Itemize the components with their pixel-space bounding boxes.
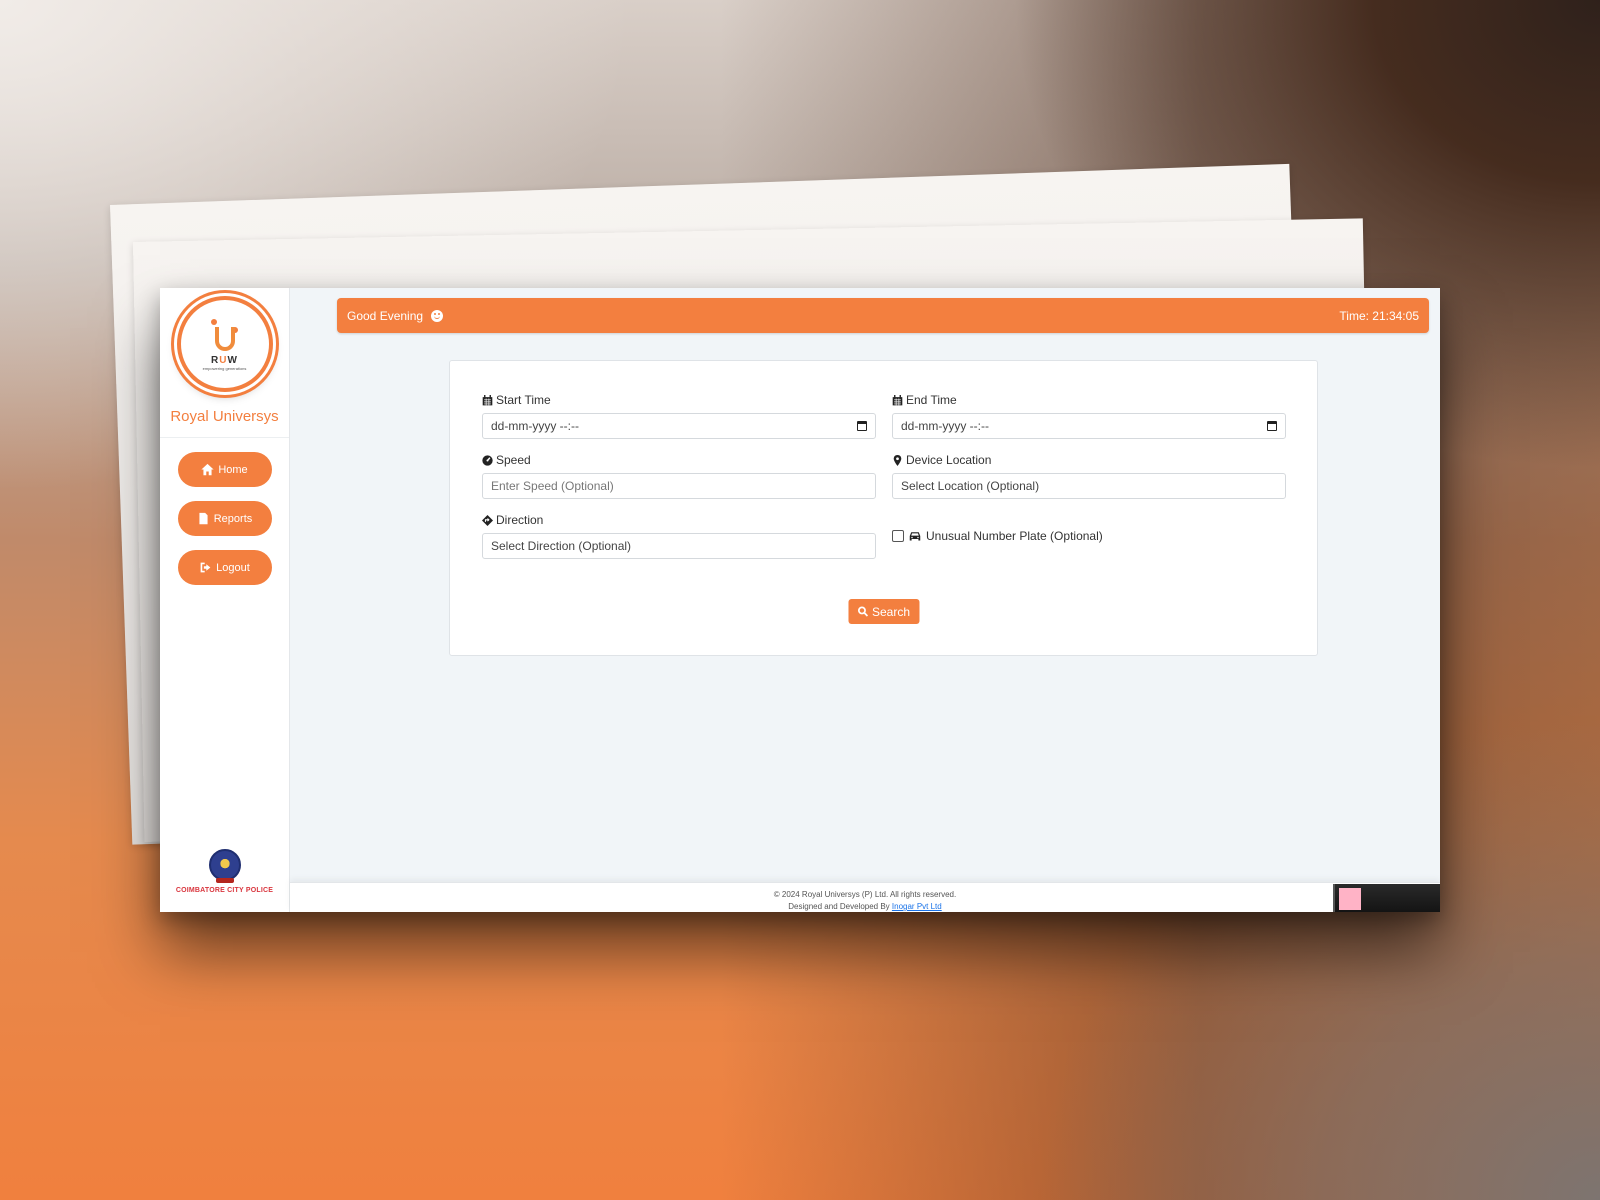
direction-label: Direction — [496, 513, 544, 527]
search-button[interactable]: Search — [847, 599, 920, 624]
search-form-card: Start Time dd-mm-yyyy --:-- End Time dd-… — [449, 360, 1318, 656]
smile-icon — [431, 309, 444, 322]
calendar-picker-icon[interactable] — [857, 421, 867, 431]
tachometer-icon — [482, 454, 493, 466]
sidebar-item-label: Home — [218, 463, 248, 476]
sidebar-item-label: Logout — [216, 561, 250, 574]
sidebar-nav: Home Reports Logout — [177, 452, 272, 585]
start-time-input[interactable]: dd-mm-yyyy --:-- — [482, 413, 876, 439]
start-time-group: Start Time dd-mm-yyyy --:-- — [482, 393, 876, 439]
app-window: RUW empowering generations Royal Univers… — [160, 288, 1440, 912]
greeting-bar: Good Evening Time: 21:34:05 — [337, 298, 1429, 333]
device-location-label: Device Location — [906, 453, 992, 467]
logo-tagline: empowering generations — [202, 366, 247, 371]
page-footer: © 2024 Royal Universys (P) Ltd. All righ… — [290, 882, 1440, 912]
unusual-plate-label: Unusual Number Plate (Optional) — [926, 529, 1103, 543]
speed-input[interactable]: Enter Speed (Optional) — [482, 473, 876, 499]
file-icon — [199, 512, 208, 525]
police-emblem-icon — [208, 849, 241, 883]
police-logo: COIMBATORE CITY POLICE — [160, 849, 289, 894]
logo-mark-icon — [205, 317, 245, 353]
unusual-plate-group: Unusual Number Plate (Optional) — [892, 513, 1286, 559]
car-icon — [909, 532, 921, 541]
corner-widget — [1333, 884, 1440, 912]
sidebar-item-home[interactable]: Home — [177, 452, 272, 487]
police-logo-text: COIMBATORE CITY POLICE — [175, 887, 274, 894]
clock-time: Time: 21:34:05 — [1339, 308, 1419, 323]
color-swatch — [1339, 888, 1361, 910]
sidebar-item-reports[interactable]: Reports — [177, 501, 272, 536]
developer-credit: Designed and Developed By Inogar Pvt Ltd — [788, 902, 942, 911]
copyright-text: © 2024 Royal Universys (P) Ltd. All righ… — [773, 890, 957, 899]
calendar-icon — [482, 394, 493, 405]
sidebar-item-label: Reports — [213, 512, 253, 525]
logout-icon — [200, 562, 211, 573]
greeting-text: Good Evening — [347, 308, 424, 323]
main-content: Good Evening Time: 21:34:05 Start Time d… — [290, 288, 1440, 912]
speed-group: Speed Enter Speed (Optional) — [482, 453, 876, 499]
brand-logo: RUW empowering generations — [176, 296, 273, 392]
home-icon — [201, 463, 214, 476]
device-location-group: Device Location Select Location (Optiona… — [892, 453, 1286, 499]
device-location-select[interactable]: Select Location (Optional) — [892, 473, 1286, 499]
logo-text: RUW — [211, 355, 238, 366]
speed-label: Speed — [496, 453, 531, 467]
end-time-group: End Time dd-mm-yyyy --:-- — [892, 393, 1286, 439]
unusual-plate-checkbox[interactable] — [892, 530, 904, 542]
brand-name: Royal Universys — [160, 408, 289, 438]
direction-icon — [482, 514, 493, 526]
end-time-label: End Time — [906, 393, 957, 407]
developer-link[interactable]: Inogar Pvt Ltd — [892, 902, 942, 911]
sidebar-item-logout[interactable]: Logout — [177, 550, 272, 585]
map-marker-icon — [893, 454, 902, 466]
direction-group: Direction Select Direction (Optional) — [482, 513, 876, 559]
calendar-picker-icon[interactable] — [1267, 421, 1277, 431]
end-time-input[interactable]: dd-mm-yyyy --:-- — [892, 413, 1286, 439]
sidebar: RUW empowering generations Royal Univers… — [160, 288, 290, 912]
calendar-icon — [892, 394, 903, 405]
direction-select[interactable]: Select Direction (Optional) — [482, 533, 876, 559]
start-time-label: Start Time — [496, 393, 551, 407]
search-icon — [857, 606, 868, 617]
